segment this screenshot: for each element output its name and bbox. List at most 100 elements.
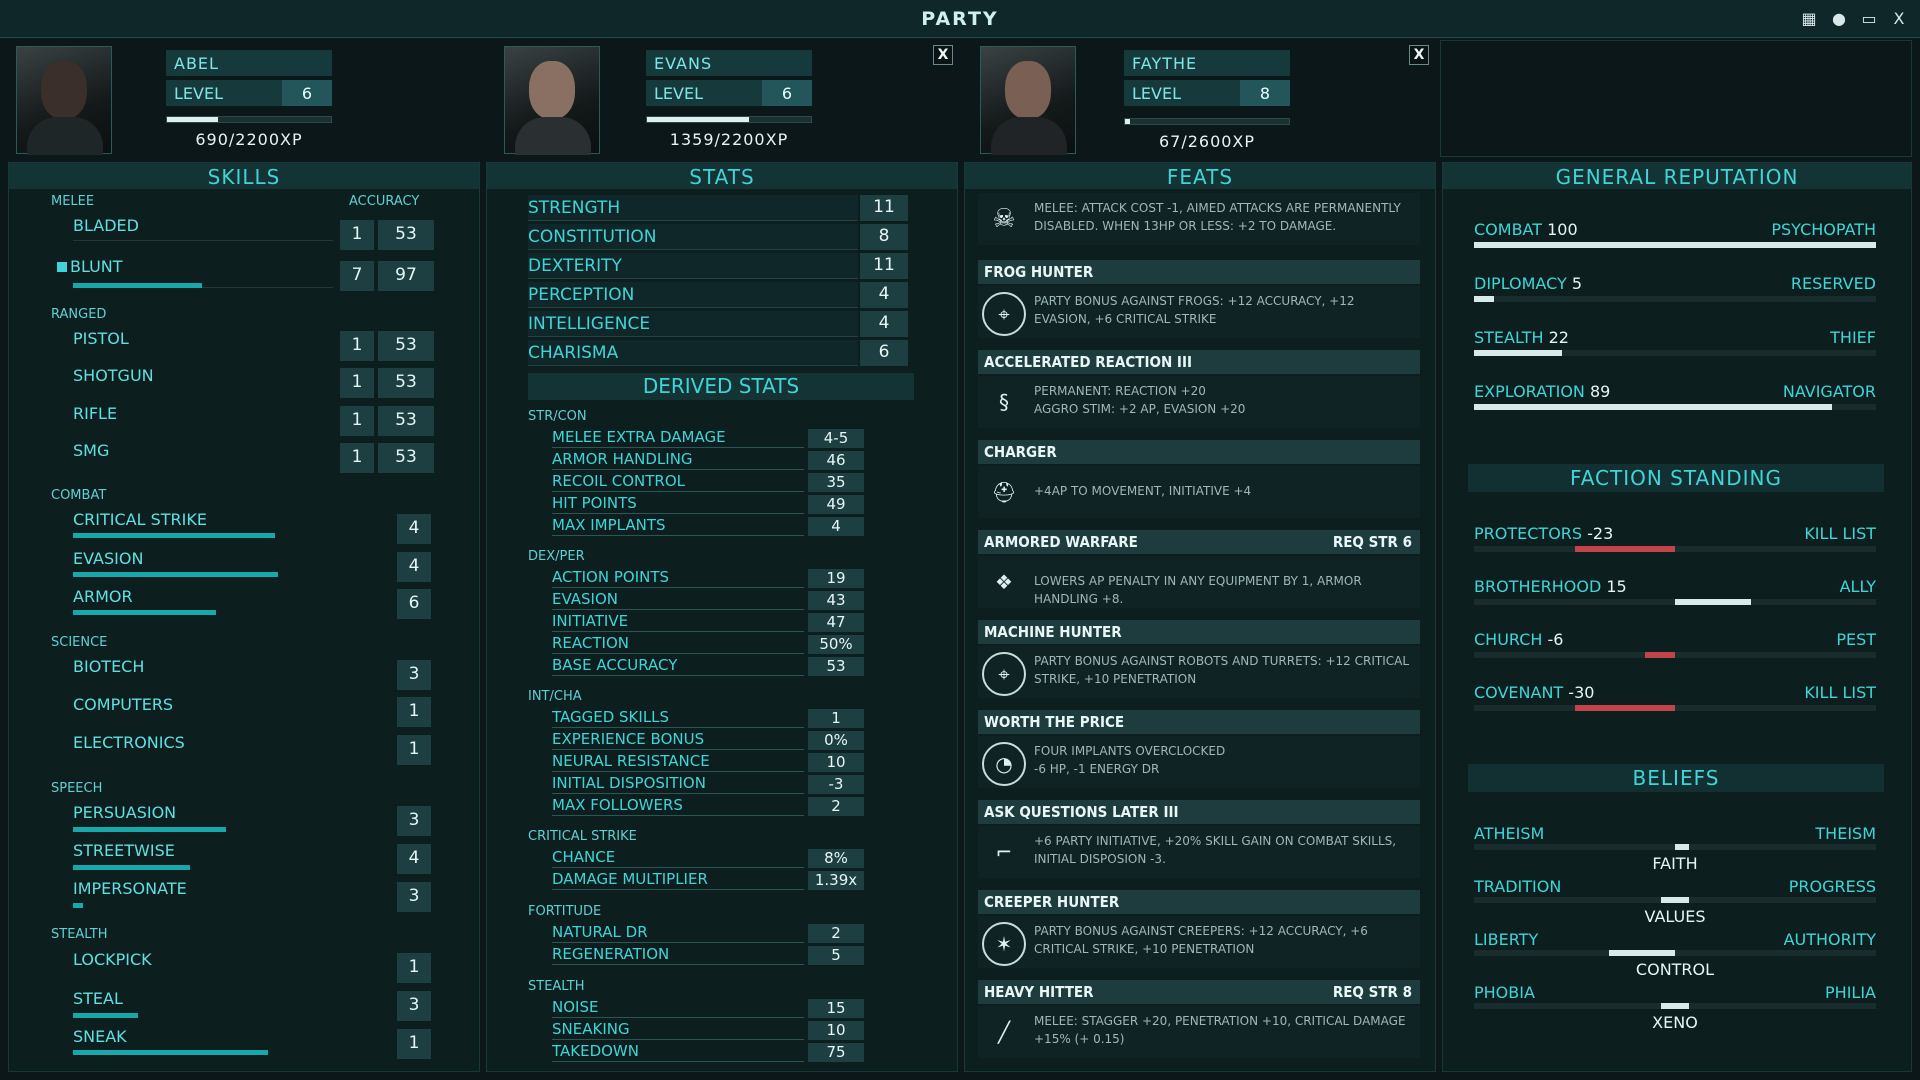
belief-faith[interactable]: ATHEISM THEISM FAITH xyxy=(1474,824,1876,873)
derived-stat-row[interactable]: RECOIL CONTROL 35 xyxy=(552,472,865,492)
character-card-evans[interactable]: EVANS LEVEL 6 1359/2200XP X xyxy=(484,40,954,157)
monitor-icon[interactable]: ▭ xyxy=(1858,8,1880,30)
derived-stat-row[interactable]: INITIAL DISPOSITION -3 xyxy=(552,774,865,794)
portrait-abel[interactable] xyxy=(16,46,112,155)
reputation-combat[interactable]: COMBAT 100 PSYCHOPATH xyxy=(1474,220,1876,256)
feat-machine-hunter[interactable]: MACHINE HUNTER ⌖ PARTY BONUS AGAINST ROBO… xyxy=(978,620,1420,700)
feat-creeper-hunter[interactable]: CREEPER HUNTER ✶ PARTY BONUS AGAINST CREE… xyxy=(978,890,1420,970)
stat-constitution[interactable]: CONSTITUTION 8 xyxy=(528,224,912,250)
derived-stat-row[interactable]: INITIATIVE 47 xyxy=(552,612,865,632)
stat-dexterity[interactable]: DEXTERITY 11 xyxy=(528,253,912,279)
stat-strength[interactable]: STRENGTH 11 xyxy=(528,195,912,221)
derived-stat-row[interactable]: EVASION 43 xyxy=(552,590,865,610)
skill-biotech[interactable]: BIOTECH xyxy=(73,657,144,676)
derived-stat-row[interactable]: TAKEDOWN 75 xyxy=(552,1042,865,1062)
derived-stat-row[interactable]: REGENERATION 5 xyxy=(552,945,865,965)
derived-stat-row[interactable]: NATURAL DR 2 xyxy=(552,923,865,943)
skill-rifle[interactable]: RIFLE xyxy=(73,404,117,423)
skill-blunt[interactable]: BLUNT xyxy=(57,257,123,276)
faction-brotherhood[interactable]: BROTHERHOOD 15 ALLY xyxy=(1474,577,1876,613)
feat-charger[interactable]: CHARGER ⛑ +4AP TO MOVEMENT, INITIATIVE +4 xyxy=(978,440,1420,520)
derived-stat-row[interactable]: CHANCE 8% xyxy=(552,848,865,868)
skill-armor[interactable]: ARMOR xyxy=(73,587,133,606)
skill-lockpick[interactable]: LOCKPICK xyxy=(73,950,152,969)
character-card-abel[interactable]: ABEL LEVEL 6 690/2200XP xyxy=(0,40,480,157)
faction-protectors[interactable]: PROTECTORS -23 KILL LIST xyxy=(1474,524,1876,560)
feat-name: FROG HUNTER xyxy=(984,263,1094,281)
feat-description: PARTY BONUS AGAINST CREEPERS: +12 ACCURA… xyxy=(1034,924,1368,956)
derived-stat-row[interactable]: MAX IMPLANTS 4 xyxy=(552,516,865,536)
empty-party-slot[interactable] xyxy=(1440,40,1912,157)
derived-stat-label: MAX IMPLANTS xyxy=(552,516,804,536)
portrait-faythe[interactable] xyxy=(980,46,1076,155)
skill-critical-strike[interactable]: CRITICAL STRIKE xyxy=(73,510,207,529)
skill-sneak[interactable]: SNEAK xyxy=(73,1027,127,1046)
skill-bladed[interactable]: BLADED xyxy=(73,216,139,235)
skill-progress-bar xyxy=(73,827,226,832)
skill-computers[interactable]: COMPUTERS xyxy=(73,695,173,714)
skill-value: 3 xyxy=(397,991,431,1021)
derived-stat-row[interactable]: EXPERIENCE BONUS 0% xyxy=(552,730,865,750)
feat-top[interactable]: ☠ MELEE: ATTACK COST -1, AIMED ATTACKS A… xyxy=(978,193,1420,249)
stat-perception[interactable]: PERCEPTION 4 xyxy=(528,282,912,308)
feat-title: CREEPER HUNTER xyxy=(978,890,1420,914)
derived-stat-row[interactable]: HIT POINTS 49 xyxy=(552,494,865,514)
skill-smg[interactable]: SMG xyxy=(73,441,109,460)
derived-stat-row[interactable]: ACTION POINTS 19 xyxy=(552,568,865,588)
derived-stat-label: NATURAL DR xyxy=(552,923,804,943)
feat-ask-questions-later[interactable]: ASK QUESTIONS LATER III ⌐ +6 PARTY INITIA… xyxy=(978,800,1420,880)
feat-title: HEAVY HITTER REQ STR 8 xyxy=(978,980,1420,1004)
derived-stat-value: 47 xyxy=(808,613,864,632)
derived-stat-value: 49 xyxy=(808,495,864,514)
calendar-icon[interactable]: ▦ xyxy=(1798,8,1820,30)
skill-impersonate[interactable]: IMPERSONATE xyxy=(73,879,187,898)
derived-stat-value: 4-5 xyxy=(808,429,864,448)
belief-control[interactable]: LIBERTY AUTHORITY CONTROL xyxy=(1474,930,1876,979)
remove-member-button[interactable]: X xyxy=(1409,45,1429,65)
robot-target-icon: ⌖ xyxy=(982,652,1026,696)
skill-shotgun[interactable]: SHOTGUN xyxy=(73,366,154,385)
skill-pistol[interactable]: PISTOL xyxy=(73,329,129,348)
derived-stat-row[interactable]: MAX FOLLOWERS 2 xyxy=(552,796,865,816)
derived-stat-row[interactable]: DAMAGE MULTIPLIER 1.39x xyxy=(552,870,865,890)
derived-stat-label: RECOIL CONTROL xyxy=(552,472,804,492)
derived-stat-row[interactable]: NEURAL RESISTANCE 10 xyxy=(552,752,865,772)
derived-stat-row[interactable]: MELEE EXTRA DAMAGE 4-5 xyxy=(552,428,865,448)
skill-streetwise[interactable]: STREETWISE xyxy=(73,841,175,860)
derived-stat-row[interactable]: ARMOR HANDLING 46 xyxy=(552,450,865,470)
feat-frog-hunter[interactable]: FROG HUNTER ⌖ PARTY BONUS AGAINST FROGS: … xyxy=(978,260,1420,340)
feat-heavy-hitter[interactable]: HEAVY HITTER REQ STR 8 ╱ MELEE: STAGGER +2… xyxy=(978,980,1420,1060)
derived-stat-row[interactable]: REACTION 50% xyxy=(552,634,865,654)
faction-value: -23 xyxy=(1587,524,1614,543)
derived-stat-row[interactable]: BASE ACCURACY 53 xyxy=(552,656,865,676)
reputation-diplomacy[interactable]: DIPLOMACY 5 RESERVED xyxy=(1474,274,1876,310)
skill-electronics[interactable]: ELECTRONICS xyxy=(73,733,185,752)
frog-target-icon: ⌖ xyxy=(982,292,1026,336)
stat-label: CONSTITUTION xyxy=(528,224,858,250)
character-card-faythe[interactable]: FAYTHE LEVEL 8 67/2600XP X xyxy=(960,40,1430,157)
feat-armored-warfare[interactable]: ARMORED WARFARE REQ STR 6 ❖ LOWERS AP PENA… xyxy=(978,530,1420,610)
stealth-label: STEALTH xyxy=(51,927,108,942)
reputation-exploration[interactable]: EXPLORATION 89 NAVIGATOR xyxy=(1474,382,1876,418)
close-icon[interactable]: X xyxy=(1888,8,1910,30)
brain-icon[interactable]: ● xyxy=(1828,8,1850,30)
reputation-stealth[interactable]: STEALTH 22 THIEF xyxy=(1474,328,1876,364)
xp-bar-fill xyxy=(1125,119,1130,124)
belief-values[interactable]: TRADITION PROGRESS VALUES xyxy=(1474,877,1876,926)
derived-stat-row[interactable]: TAGGED SKILLS 1 xyxy=(552,708,865,728)
derived-stat-label: INITIAL DISPOSITION xyxy=(552,774,804,794)
feat-accelerated-reaction[interactable]: ACCELERATED REACTION III § PERMANENT: REA… xyxy=(978,350,1420,430)
skill-evasion[interactable]: EVASION xyxy=(73,549,143,568)
remove-member-button[interactable]: X xyxy=(933,45,953,65)
skill-persuasion[interactable]: PERSUASION xyxy=(73,803,176,822)
derived-stat-row[interactable]: SNEAKING 10 xyxy=(552,1020,865,1040)
derived-stat-row[interactable]: NOISE 15 xyxy=(552,998,865,1018)
faction-covenant[interactable]: COVENANT -30 KILL LIST xyxy=(1474,683,1876,719)
skill-steal[interactable]: STEAL xyxy=(73,989,123,1008)
stat-charisma[interactable]: CHARISMA 6 xyxy=(528,340,912,366)
belief-xeno[interactable]: PHOBIA PHILIA XENO xyxy=(1474,983,1876,1032)
stat-intelligence[interactable]: INTELLIGENCE 4 xyxy=(528,311,912,337)
faction-church[interactable]: CHURCH -6 PEST xyxy=(1474,630,1876,666)
portrait-evans[interactable] xyxy=(504,46,600,155)
feat-worth-the-price[interactable]: WORTH THE PRICE ◔ FOUR IMPLANTS OVERCLOCK… xyxy=(978,710,1420,790)
